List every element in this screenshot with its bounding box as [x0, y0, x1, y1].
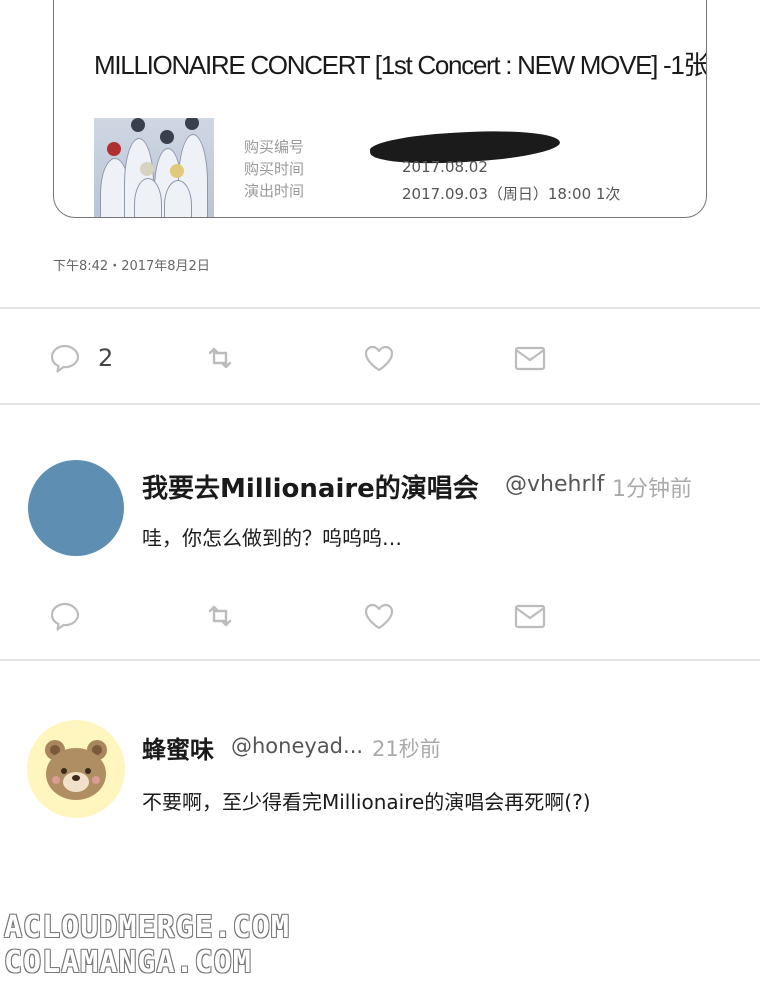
post-timestamp: 下午8:42・2017年8月2日 [53, 259, 210, 274]
user-handle[interactable]: @vhehrlf [505, 472, 604, 497]
message-icon [514, 604, 546, 629]
like-button[interactable] [362, 596, 396, 636]
watermark-line-1: ACLOUDMERGE.COM [4, 910, 290, 945]
like-button[interactable] [362, 338, 396, 378]
concert-poster-image [94, 118, 214, 217]
tweet-time: 1分钟前 [612, 477, 692, 502]
reply-icon [50, 344, 80, 373]
divider [0, 403, 760, 405]
user-display-name[interactable]: 我要去Millionaire的演唱会 [142, 468, 479, 505]
divider [0, 659, 760, 661]
reply-button[interactable]: 2 [48, 338, 113, 378]
bear-face-icon [45, 740, 107, 800]
like-icon [364, 345, 394, 372]
user-display-name[interactable]: 蜂蜜味 [142, 730, 214, 765]
retweet-button[interactable] [203, 596, 237, 636]
tweet-action-bar [0, 596, 760, 636]
reply-icon [50, 602, 80, 631]
purchase-time-value: 2017.08.02 [402, 158, 488, 176]
ticket-card: MILLIONAIRE CONCERT [1st Concert : NEW M… [53, 0, 707, 218]
reply-tweet[interactable]: 蜂蜜味 @honeyad... 21秒前 不要啊，至少得看完Millionair… [0, 700, 760, 860]
divider [0, 307, 760, 309]
retweet-button[interactable] [203, 338, 237, 378]
message-button[interactable] [513, 338, 547, 378]
avatar[interactable] [28, 460, 124, 556]
reply-count: 2 [98, 344, 114, 372]
retweet-icon [208, 605, 232, 627]
order-number-label: 购买编号 [244, 138, 305, 156]
reply-tweet[interactable]: 我要去Millionaire的演唱会 @vhehrlf 1分钟前 哇，你怎么做到… [0, 440, 760, 660]
ticket-title: MILLIONAIRE CONCERT [1st Concert : NEW M… [94, 50, 707, 80]
purchase-time-label: 购买时间 [244, 160, 305, 178]
avatar[interactable] [27, 720, 125, 818]
post-action-bar: 2 [0, 338, 760, 378]
like-icon [364, 603, 394, 630]
message-button[interactable] [513, 596, 547, 636]
reply-button[interactable] [48, 596, 82, 636]
watermark-line-2: COLAMANGA.COM [4, 945, 252, 980]
show-time-label: 演出时间 [244, 182, 305, 200]
tweet-text: 不要啊，至少得看完Millionaire的演唱会再死啊(?) [142, 790, 591, 814]
show-time-value: 2017.09.03（周日）18:00 1次 [402, 185, 621, 203]
retweet-icon [208, 347, 232, 369]
tweet-text: 哇，你怎么做到的？呜呜呜… [142, 526, 402, 550]
user-handle[interactable]: @honeyad... [231, 734, 363, 758]
tweet-time: 21秒前 [372, 737, 441, 761]
message-icon [514, 346, 546, 371]
